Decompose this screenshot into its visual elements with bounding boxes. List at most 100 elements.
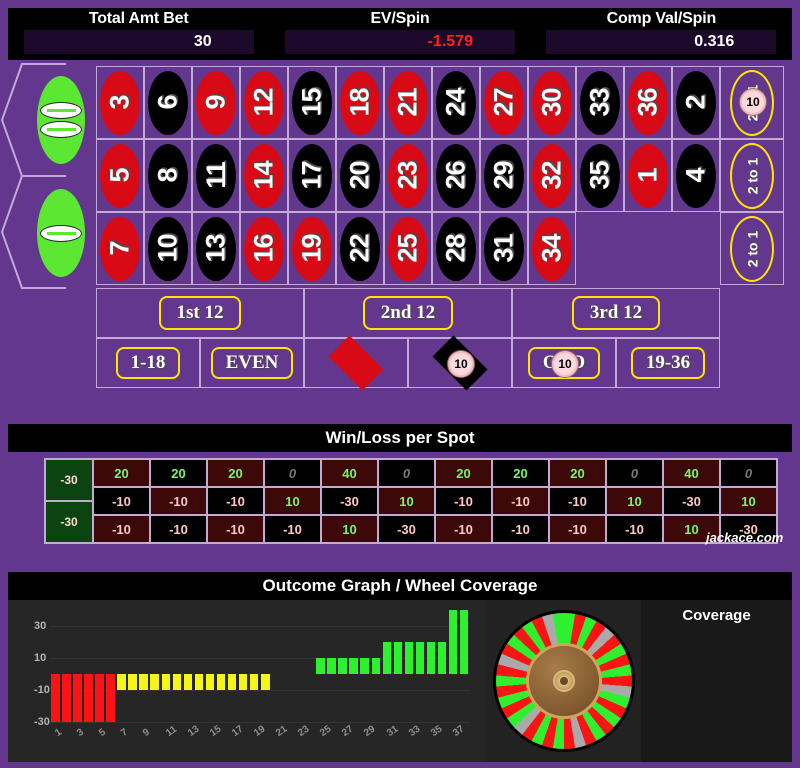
stat-value: 30 — [193, 33, 212, 50]
bet-spot-17[interactable]: 17 — [288, 139, 336, 212]
bet-spot-0[interactable] — [30, 181, 92, 286]
bet-spot-28[interactable]: 28 — [432, 212, 480, 285]
bet-spot-10[interactable]: 10 — [144, 212, 192, 285]
dozen-bet-1[interactable]: 1st 12 — [96, 288, 304, 338]
bet-spot-15[interactable]: 15 — [288, 66, 336, 139]
column-bet-oval: 2 to 1 — [730, 142, 774, 209]
number-oval: 27 — [484, 70, 524, 135]
number-label: 13 — [200, 234, 231, 263]
bet-spot-30[interactable]: 30 — [528, 66, 576, 139]
bet-spot-31[interactable]: 31 — [480, 212, 528, 285]
number-label: 3 — [104, 95, 135, 110]
column-bet-1[interactable]: 2 to 110 — [720, 66, 784, 139]
column-bet-2[interactable]: 2 to 1 — [720, 139, 784, 212]
number-label: 17 — [296, 161, 327, 190]
bet-spot-4[interactable]: 4 — [672, 139, 720, 212]
number-oval: 8 — [148, 143, 188, 208]
bet-spot-7[interactable]: 7 — [96, 212, 144, 285]
bet-spot-13[interactable]: 13 — [192, 212, 240, 285]
number-oval: 1 — [628, 143, 668, 208]
number-oval: 13 — [196, 216, 236, 281]
chart-y-tick-label: -30 — [34, 716, 50, 728]
bet-chip[interactable]: 10 — [552, 351, 578, 377]
bet-spot-2[interactable]: 2 — [672, 66, 720, 139]
chart-x-tick-label: 37 — [450, 723, 467, 740]
bet-chip[interactable]: 10 — [740, 89, 766, 115]
roulette-wheel — [492, 610, 635, 752]
zero-oval-0 — [37, 189, 85, 277]
bet-spot-1[interactable]: 1 — [624, 139, 672, 212]
number-oval: 33 — [580, 70, 620, 135]
outside-bet-19-36[interactable]: 19-36 — [616, 338, 720, 388]
win-loss-cell: 20 — [492, 459, 549, 487]
chart-bar — [62, 674, 71, 722]
number-oval: 28 — [436, 216, 476, 281]
win-loss-cell: 0 — [264, 459, 321, 487]
chart-bar — [261, 674, 270, 690]
chart-x-tick-label: 17 — [229, 723, 246, 740]
column-bet-3[interactable]: 2 to 1 — [720, 212, 784, 285]
number-oval: 5 — [100, 143, 140, 208]
bet-spot-29[interactable]: 29 — [480, 139, 528, 212]
bet-spot-21[interactable]: 21 — [384, 66, 432, 139]
chart-bar — [227, 674, 237, 690]
outside-bet-odd[interactable]: ODD10 — [512, 338, 616, 388]
bet-spot-5[interactable]: 5 — [96, 139, 144, 212]
number-label: 11 — [200, 162, 231, 189]
bet-spot-19[interactable]: 19 — [288, 212, 336, 285]
bet-spot-26[interactable]: 26 — [432, 139, 480, 212]
outside-bet-1-18[interactable]: 1-18 — [96, 338, 200, 388]
win-loss-cell: 10 — [321, 515, 378, 543]
number-label: 24 — [440, 88, 471, 117]
bet-chip[interactable]: 10 — [448, 351, 474, 377]
chart-x-tick-label: 35 — [428, 723, 445, 740]
bet-spot-6[interactable]: 6 — [144, 66, 192, 139]
roulette-table: 3 6 9 12 15 18 21 24 27 30 33 36 2 5 8 11 14 17 20 23 26 29 32… — [0, 62, 800, 400]
dozen-bet-3[interactable]: 3rd 12 — [512, 288, 720, 338]
bet-spot-00[interactable] — [30, 68, 92, 173]
bet-spot-20[interactable]: 20 — [336, 139, 384, 212]
win-loss-zero-00: -30 — [45, 459, 93, 501]
stat-value: -1.579 — [427, 33, 473, 50]
number-oval: 32 — [532, 143, 572, 208]
bet-spot-3[interactable]: 3 — [96, 66, 144, 139]
chart-x-tick-label: 9 — [141, 726, 153, 740]
stats-header-bar: Total Amt Bet 30 EV/Spin -1.579 Comp Val… — [8, 8, 792, 60]
win-loss-cell: -10 — [549, 515, 606, 543]
win-loss-cell: 10 — [606, 487, 663, 515]
bet-spot-12[interactable]: 12 — [240, 66, 288, 139]
bet-spot-23[interactable]: 23 — [384, 139, 432, 212]
win-loss-cell: -10 — [207, 515, 264, 543]
stat-total-amt-bet: Total Amt Bet 30 — [8, 8, 269, 60]
bet-spot-24[interactable]: 24 — [432, 66, 480, 139]
number-label: 15 — [296, 88, 327, 117]
bet-spot-18[interactable]: 18 — [336, 66, 384, 139]
bet-spot-8[interactable]: 8 — [144, 139, 192, 212]
win-loss-cell: -10 — [150, 487, 207, 515]
bet-spot-25[interactable]: 25 — [384, 212, 432, 285]
outside-bet-red[interactable] — [304, 335, 408, 391]
bet-spot-33[interactable]: 33 — [576, 66, 624, 139]
chart-bar — [238, 674, 248, 690]
bet-spot-36[interactable]: 36 — [624, 66, 672, 139]
number-oval: 36 — [628, 70, 668, 135]
bet-spot-11[interactable]: 11 — [192, 139, 240, 212]
bet-spot-16[interactable]: 16 — [240, 212, 288, 285]
win-loss-cell: -10 — [435, 515, 492, 543]
bet-spot-27[interactable]: 27 — [480, 66, 528, 139]
bet-spot-9[interactable]: 9 — [192, 66, 240, 139]
number-oval: 7 — [100, 216, 140, 281]
bet-spot-34[interactable]: 34 — [528, 212, 576, 285]
outside-bet-black[interactable]: 10 — [408, 335, 512, 391]
chart-bar — [415, 642, 425, 674]
number-label: 36 — [632, 88, 663, 117]
outside-bet-even[interactable]: EVEN — [200, 338, 304, 388]
bet-spot-32[interactable]: 32 — [528, 139, 576, 212]
bet-spot-14[interactable]: 14 — [240, 139, 288, 212]
dozen-bet-label: 1st 12 — [158, 296, 242, 330]
bet-spot-22[interactable]: 22 — [336, 212, 384, 285]
dozen-bet-2[interactable]: 2nd 12 — [304, 288, 512, 338]
bet-spot-35[interactable]: 35 — [576, 139, 624, 212]
number-oval: 12 — [244, 70, 284, 135]
win-loss-cell: -10 — [492, 515, 549, 543]
